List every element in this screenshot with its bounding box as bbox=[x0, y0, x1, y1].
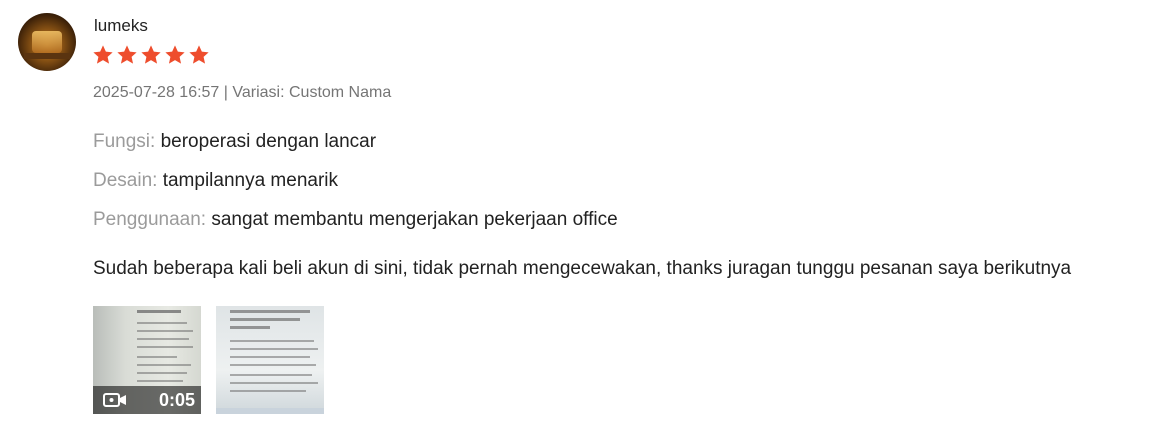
thumbnail-text-line bbox=[230, 310, 310, 313]
attribute-value: beroperasi dengan lancar bbox=[160, 131, 377, 152]
thumbnail-text-line bbox=[137, 330, 193, 332]
thumbnail-text-line bbox=[137, 364, 191, 366]
attribute-value: sangat membantu mengerjakan pekerjaan of… bbox=[211, 209, 618, 230]
star-icon bbox=[165, 45, 185, 64]
thumbnail-text-line bbox=[230, 382, 318, 384]
review-date-variation: 2025-07-28 16:57 | Variasi: Custom Nama bbox=[93, 84, 392, 101]
avatar-image-detail bbox=[32, 31, 62, 53]
attribute-label: Fungsi: bbox=[93, 131, 156, 152]
thumbnail-text-line bbox=[230, 318, 300, 321]
username[interactable]: lumeks bbox=[94, 16, 148, 36]
attribute-design: Desain: tampilannya menarik bbox=[93, 170, 338, 192]
review-video-thumbnail[interactable]: 0:05 bbox=[93, 306, 201, 414]
avatar-image-detail bbox=[24, 53, 70, 59]
thumbnail-text-line bbox=[230, 364, 316, 366]
thumbnail-text-line bbox=[230, 390, 306, 392]
thumbnail-text-line bbox=[137, 310, 181, 313]
thumbnail-text-line bbox=[137, 372, 187, 374]
thumbnail-taskbar bbox=[216, 408, 324, 414]
attribute-function: Fungsi: beroperasi dengan lancar bbox=[93, 131, 376, 153]
star-icon bbox=[189, 45, 209, 64]
attribute-label: Penggunaan: bbox=[93, 209, 207, 230]
thumbnail-text-line bbox=[137, 380, 183, 382]
attribute-value: tampilannya menarik bbox=[162, 170, 339, 191]
video-duration: 0:05 bbox=[158, 389, 195, 410]
thumbnail-text-line bbox=[230, 340, 314, 342]
star-icon bbox=[93, 45, 113, 64]
attribute-label: Desain: bbox=[93, 170, 158, 191]
review-image-thumbnail[interactable] bbox=[216, 306, 324, 414]
star-rating bbox=[92, 44, 210, 66]
thumbnail-text-line bbox=[137, 338, 189, 340]
thumbnail-text-line bbox=[230, 326, 270, 329]
star-icon bbox=[117, 45, 137, 64]
review-comment: Sudah beberapa kali beli akun di sini, t… bbox=[93, 258, 1072, 279]
thumbnail-text-line bbox=[137, 356, 177, 358]
video-overlay-bar: 0:05 bbox=[93, 386, 201, 414]
attribute-usage: Penggunaan: sangat membantu mengerjakan … bbox=[93, 209, 618, 231]
thumbnail-text-line bbox=[230, 348, 318, 350]
thumbnail-text-line bbox=[137, 346, 193, 348]
thumbnail-text-line bbox=[137, 322, 187, 324]
star-icon bbox=[141, 45, 161, 64]
avatar[interactable] bbox=[18, 13, 76, 71]
thumbnail-text-line bbox=[230, 374, 312, 376]
thumbnail-text-line bbox=[230, 356, 310, 358]
video-camera-icon bbox=[103, 392, 127, 408]
